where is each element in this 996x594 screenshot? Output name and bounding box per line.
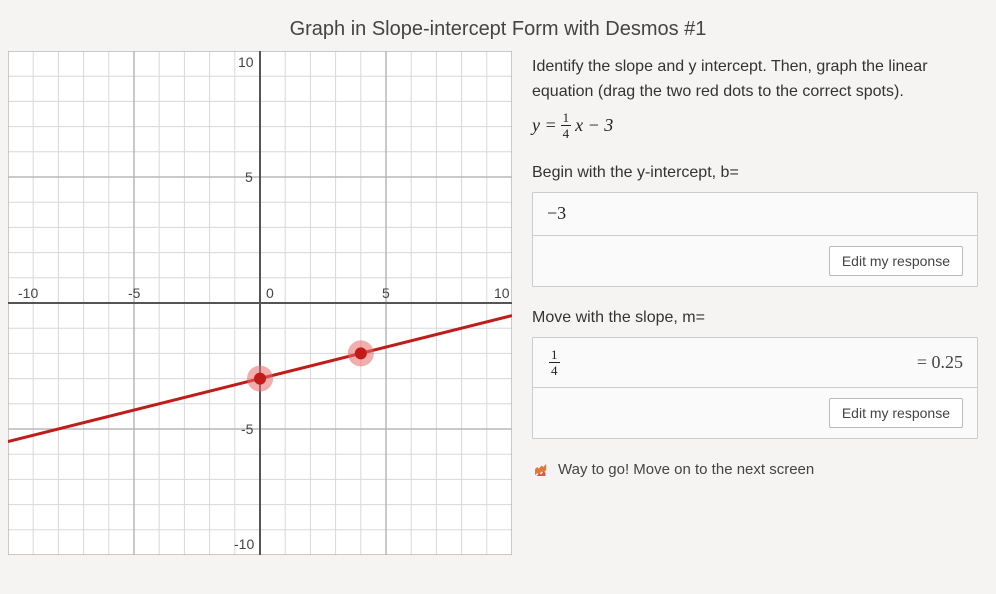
q2-prompt: Move with the slope, m= [532,309,978,327]
clap-icon [532,461,550,479]
equation: y = 1 4 x − 3 [532,111,978,140]
q2-edit-button[interactable]: Edit my response [829,398,963,428]
q2-answer-den: 4 [551,363,558,377]
y-tick-10: 10 [238,54,254,70]
x-tick-5: 5 [382,285,390,301]
y-tick-5: 5 [245,169,253,185]
page-title: Graph in Slope-intercept Form with Desmo… [0,0,996,51]
equation-prefix: y = [532,115,557,136]
q1-answer: −3 [547,203,566,224]
q2-computed: = 0.25 [917,352,963,373]
success-message: Way to go! Move on to the next screen [532,461,978,479]
equation-frac-num: 1 [561,111,572,126]
drag-point-1[interactable] [247,366,273,392]
x-tick-n10: -10 [18,285,38,301]
instructions-text: Identify the slope and y intercept. Then… [532,55,978,105]
graph-canvas[interactable]: -10 -5 0 5 10 10 5 -5 -10 [8,51,512,555]
x-tick-10: 10 [494,285,510,301]
q2-answer-num: 1 [549,348,560,363]
equation-suffix: x − 3 [575,115,613,136]
y-tick-n5: -5 [241,421,254,437]
q1-prompt: Begin with the y-intercept, b= [532,164,978,182]
q1-block: −3 Edit my response [532,192,978,287]
equation-frac-den: 4 [563,126,570,140]
q2-answer: 1 4 [547,348,562,377]
x-tick-n5: -5 [128,285,141,301]
x-tick-0: 0 [266,285,274,301]
q1-edit-button[interactable]: Edit my response [829,246,963,276]
drag-point-2[interactable] [348,340,374,366]
coordinate-grid: -10 -5 0 5 10 10 5 -5 -10 [8,51,512,555]
q2-block: 1 4 = 0.25 Edit my response [532,337,978,439]
success-text: Way to go! Move on to the next screen [558,461,814,478]
equation-fraction: 1 4 [561,111,572,140]
y-tick-n10: -10 [234,536,254,552]
